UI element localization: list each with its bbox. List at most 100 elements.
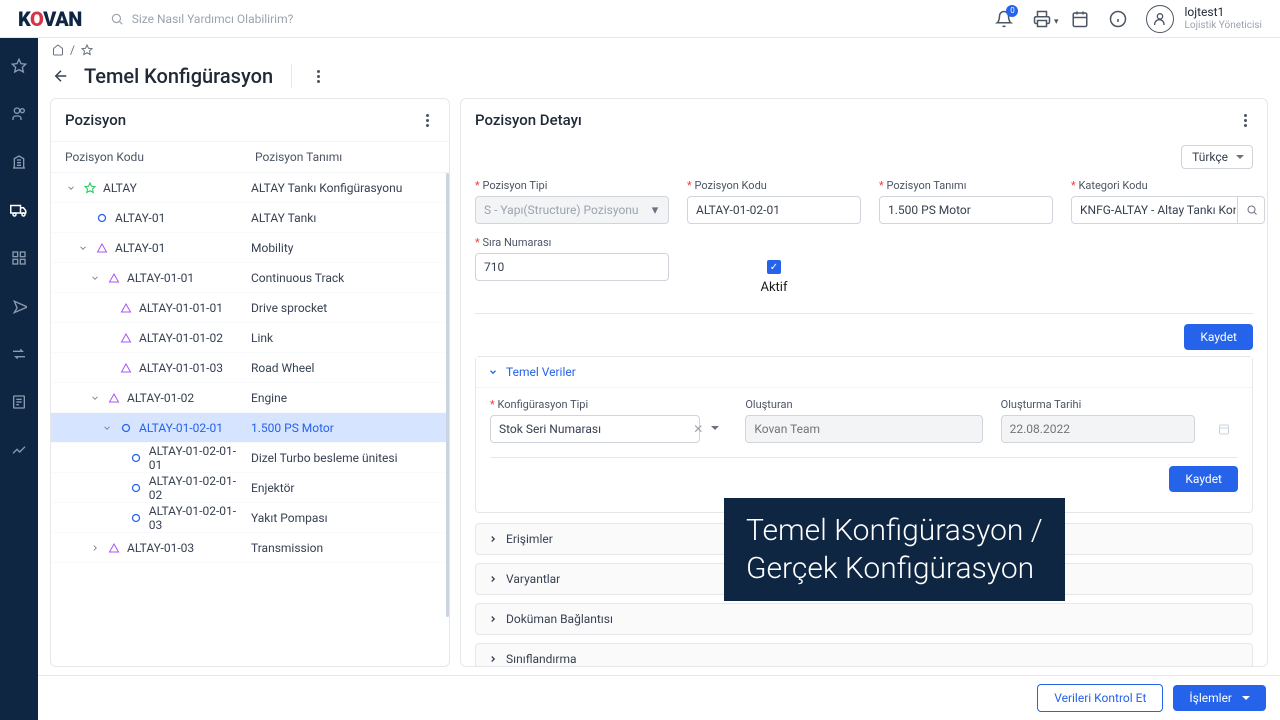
- tree-node-desc: Yakıt Pompası: [241, 511, 449, 525]
- tree-node-code: ALTAY-01-01-01: [139, 301, 223, 315]
- tree-row[interactable]: ALTAY-01-02-01 1.500 PS Motor: [51, 413, 449, 443]
- input-created-by: [745, 415, 982, 443]
- sidebar-item-grid[interactable]: [9, 248, 29, 268]
- tree-node-code: ALTAY: [103, 181, 137, 195]
- expand-chevron[interactable]: [89, 393, 101, 403]
- tree-node-code: ALTAY-01-02-01-02: [149, 474, 241, 502]
- tri-icon: [95, 241, 109, 255]
- expand-chevron[interactable]: [101, 423, 113, 433]
- save-section-button[interactable]: Kaydet: [1169, 466, 1238, 492]
- plane-icon: [11, 298, 27, 314]
- label-cat-code: Kategori Kodu: [1071, 179, 1265, 192]
- tree-node-desc: Link: [241, 331, 449, 345]
- input-cat-code[interactable]: [1071, 196, 1265, 224]
- tree-node-code: ALTAY-01-01-02: [139, 331, 223, 345]
- input-seq[interactable]: [475, 253, 669, 281]
- user-menu[interactable]: lojtest1 Lojistik Yöneticisi: [1146, 5, 1262, 33]
- save-button[interactable]: Kaydet: [1184, 324, 1253, 350]
- tree-row[interactable]: ALTAY-01-02Engine: [51, 383, 449, 413]
- notifications-button[interactable]: 0: [994, 9, 1014, 29]
- page-title: Temel Konfigürasyon: [84, 64, 273, 88]
- transfer-icon: [11, 346, 27, 362]
- calendar-button[interactable]: [1070, 9, 1090, 29]
- tree-body: ALTAYALTAY Tankı KonfigürasyonuALTAY-01A…: [51, 173, 449, 666]
- expand-chevron[interactable]: [89, 543, 101, 553]
- panel-title-right: Pozisyon Detayı: [475, 111, 582, 129]
- tri-icon: [119, 361, 133, 375]
- tree-row[interactable]: ALTAY-01-02-01-02Enjektör: [51, 473, 449, 503]
- tri-icon: [107, 541, 121, 555]
- notification-badge: 0: [1006, 5, 1018, 17]
- tri-icon: [119, 331, 133, 345]
- tree-row[interactable]: ALTAY-01-01-02 Link: [51, 323, 449, 353]
- sidebar-item-flight[interactable]: [9, 296, 29, 316]
- verify-data-button[interactable]: Verileri Kontrol Et: [1037, 684, 1163, 712]
- expand-chevron[interactable]: [65, 183, 77, 193]
- search-lookup-button[interactable]: [1237, 196, 1265, 224]
- input-created-at: [1001, 415, 1195, 443]
- section-collapsed[interactable]: Doküman Bağlantısı: [476, 604, 1252, 634]
- star-icon: [83, 181, 97, 195]
- chevron-right-icon: [488, 614, 498, 624]
- expand-chevron[interactable]: [89, 273, 101, 283]
- position-tree-panel: Pozisyon Pozisyon Kodu Pozisyon Tanımı A…: [50, 98, 450, 667]
- tree-row[interactable]: ALTAY-01-01Continuous Track: [51, 263, 449, 293]
- tree-node-desc: 1.500 PS Motor: [241, 421, 449, 435]
- tree-node-code: ALTAY-01-02: [127, 391, 194, 405]
- user-name: lojtest1: [1184, 5, 1262, 19]
- tree-node-code: ALTAY-01-02-01: [139, 421, 223, 435]
- sidebar-item-favorites[interactable]: [9, 56, 29, 76]
- section-temel-veriler[interactable]: Temel Veriler: [476, 357, 1252, 387]
- tree-row[interactable]: ALTAYALTAY Tankı Konfigürasyonu: [51, 173, 449, 203]
- input-pos-desc[interactable]: [879, 196, 1053, 224]
- tree-row[interactable]: ALTAY-01-03Transmission: [51, 533, 449, 563]
- input-pos-type[interactable]: [475, 196, 669, 224]
- circ-icon: [130, 511, 143, 525]
- input-cfg-type[interactable]: [490, 415, 700, 443]
- logo: KOVAN: [18, 7, 82, 31]
- label-pos-code: Pozisyon Kodu: [687, 179, 861, 192]
- label-cfg-type: Konfigürasyon Tipi: [490, 398, 727, 411]
- tree-node-desc: Continuous Track: [241, 271, 449, 285]
- tree-row[interactable]: ALTAY-01-02-01-03Yakıt Pompası: [51, 503, 449, 533]
- input-pos-code[interactable]: [687, 196, 861, 224]
- label-pos-desc: Pozisyon Tanımı: [879, 179, 1053, 192]
- page-actions-menu[interactable]: [310, 68, 326, 84]
- search-icon: [110, 12, 124, 26]
- active-checkbox-field[interactable]: ✓ Aktif: [687, 236, 861, 295]
- sidebar-item-analytics[interactable]: [9, 440, 29, 460]
- col-header-code: Pozisyon Kodu: [65, 150, 255, 164]
- sidebar-item-org[interactable]: [9, 152, 29, 172]
- user-icon: [1152, 11, 1168, 27]
- sidebar-nav: [0, 38, 38, 720]
- tree-row[interactable]: ALTAY-01ALTAY Tankı: [51, 203, 449, 233]
- sidebar-item-logistics[interactable]: [9, 200, 29, 220]
- tree-node-desc: Drive sprocket: [241, 301, 449, 315]
- global-search[interactable]: Size Nasıl Yardımcı Olabilirim?: [110, 12, 294, 26]
- breadcrumb: /: [38, 38, 1280, 58]
- actions-dropdown-button[interactable]: İşlemler: [1173, 685, 1266, 711]
- clear-icon[interactable]: ✕: [693, 422, 703, 436]
- tree-row[interactable]: ALTAY-01Mobility: [51, 233, 449, 263]
- right-panel-menu[interactable]: [1237, 112, 1253, 128]
- tree-row[interactable]: ALTAY-01-01-03Road Wheel: [51, 353, 449, 383]
- sidebar-item-doc[interactable]: [9, 392, 29, 412]
- app-header: KOVAN Size Nasıl Yardımcı Olabilirim? 0 …: [0, 0, 1280, 38]
- tree-row[interactable]: ALTAY-01-02-01-01Dizel Turbo besleme üni…: [51, 443, 449, 473]
- print-button[interactable]: ▾: [1032, 9, 1052, 29]
- left-panel-menu[interactable]: [419, 112, 435, 128]
- tree-row[interactable]: ALTAY-01-01-01 Drive sprocket: [51, 293, 449, 323]
- expand-chevron[interactable]: [77, 243, 89, 253]
- sidebar-item-people[interactable]: [9, 104, 29, 124]
- section-collapsed[interactable]: Sınıflandırma: [476, 644, 1252, 666]
- star-outline-icon[interactable]: [81, 44, 93, 56]
- back-icon[interactable]: [52, 67, 70, 85]
- label-created-by: Oluşturan: [745, 398, 982, 411]
- sidebar-item-transfer[interactable]: [9, 344, 29, 364]
- home-icon[interactable]: [52, 44, 64, 56]
- circ-icon: [95, 211, 109, 225]
- info-button[interactable]: [1108, 9, 1128, 29]
- chevron-down-icon: [711, 426, 719, 430]
- chevron-down-icon: [488, 367, 498, 377]
- language-select[interactable]: Türkçe: [1181, 145, 1253, 169]
